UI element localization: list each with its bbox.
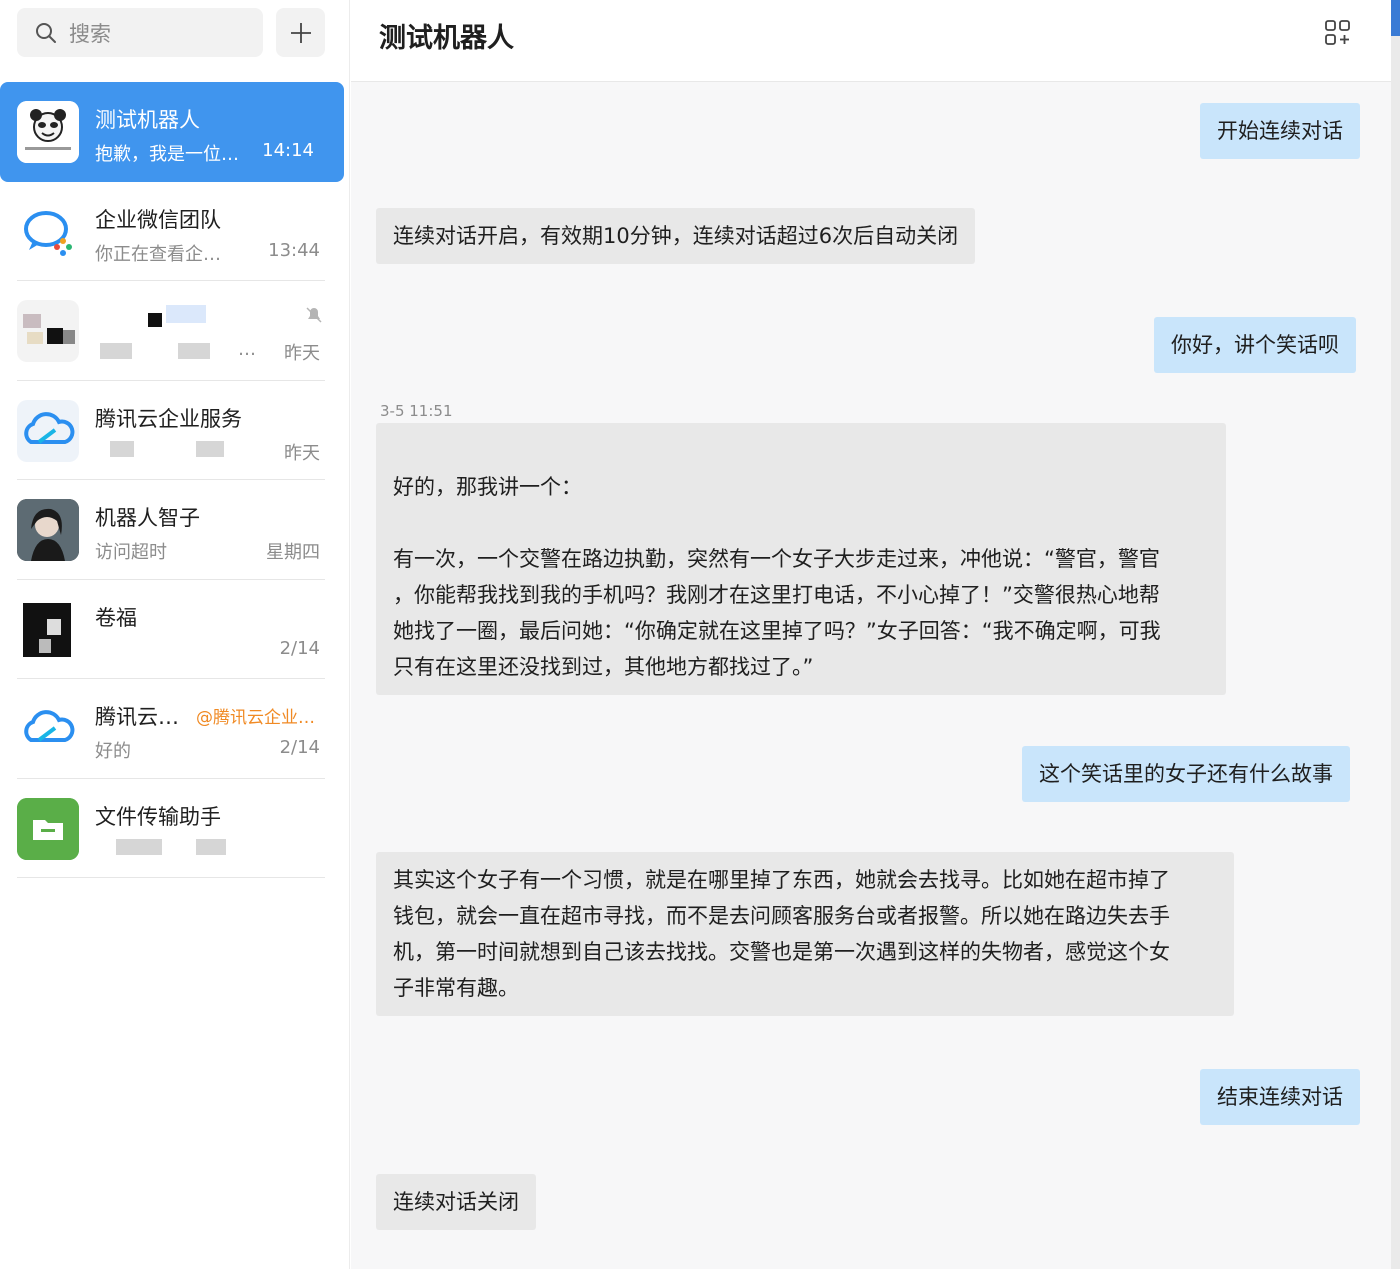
blurred-avatar [17, 300, 79, 362]
mention-badge: @腾讯云企业… [196, 708, 315, 728]
window-edge [1391, 0, 1400, 1269]
mute-bell-icon [306, 307, 322, 323]
message-bubble-user[interactable]: 开始连续对话 [1200, 103, 1360, 159]
chat-item-blurred[interactable]: … 昨天 [0, 281, 350, 381]
chat-item-test-robot[interactable]: 测试机器人 抱歉，我是一位… 14:14 [0, 82, 344, 182]
message-timestamp: 3-5 11:51 [380, 402, 453, 420]
chat-header: 测试机器人 [351, 0, 1391, 82]
message-line: 有一次，一个交警在路边执勤，突然有一个女子大步走过来，冲他说：“警官，警官 [393, 547, 1160, 571]
message-bubble-user[interactable]: 结束连续对话 [1200, 1069, 1360, 1125]
chat-item-file-transfer[interactable]: 文件传输助手 [0, 779, 350, 878]
chat-name: 腾讯云企业服务 [95, 406, 242, 431]
tencent-cloud-avatar [17, 698, 79, 760]
message-line: 钱包，就会一直在超市寻找，而不是去问顾客服务台或者报警。所以她在路边失去手 [393, 904, 1170, 928]
search-input[interactable]: 搜索 [17, 8, 263, 57]
message-bubble-user[interactable]: 你好，讲个笑话呗 [1154, 317, 1356, 373]
panda-meme-avatar [17, 101, 79, 163]
message-line: 只有在这里还没找到过，其他地方都找过了。” [393, 655, 814, 679]
message-bubble-bot[interactable]: 连续对话开启，有效期10分钟，连续对话超过6次后自动关闭 [376, 208, 976, 264]
search-icon [36, 22, 56, 43]
plus-icon [290, 22, 311, 43]
chat-time: 2/14 [279, 737, 320, 758]
chat-item-juanfu[interactable]: 卷福 2/14 [0, 580, 350, 679]
chat-time: 13:44 [268, 239, 320, 261]
chat-name: 卷福 [95, 605, 137, 630]
message-line: ，你能帮我找到我的手机吗？我刚才在这里打电话，不小心掉了！”交警很热心地帮 [393, 583, 1160, 607]
message-bubble-bot[interactable]: 好的，那我讲一个： 有一次，一个交警在路边执勤，突然有一个女子大步走过来，冲他说… [376, 423, 1226, 695]
chat-item-tencent-cloud-group[interactable]: 腾讯云… @腾讯云企业… 好的 2/14 [0, 679, 350, 779]
apps-grid-icon[interactable] [1323, 18, 1353, 48]
chat-preview: 访问超时 [95, 542, 167, 563]
message-line: 子非常有趣。 [393, 976, 519, 1000]
chat-time: 14:14 [262, 140, 314, 161]
add-button[interactable] [276, 8, 325, 57]
message-bubble-user[interactable]: 这个笑话里的女子还有什么故事 [1022, 746, 1350, 802]
chat-preview: 好的 [95, 741, 131, 762]
message-line: 好的，那我讲一个： [393, 475, 582, 499]
message-bubble-bot[interactable]: 连续对话关闭 [376, 1174, 536, 1230]
chat-time: 2/14 [279, 637, 320, 659]
chat-item-wecom-team[interactable]: 企业微信团队 你正在查看企… 13:44 [0, 182, 350, 281]
chat-item-robot-zhizi[interactable]: 机器人智子 访问超时 星期四 [0, 480, 350, 580]
portrait-avatar [17, 499, 79, 561]
message-line: 她找了一圈，最后问她：“你确定就在这里掉了吗？”女子回答：“我不确定啊，可我 [393, 619, 1161, 643]
chat-name: 腾讯云… [95, 705, 179, 729]
chat-name: 企业微信团队 [95, 207, 221, 232]
chat-time: 星期四 [266, 542, 320, 563]
chat-time: 昨天 [284, 442, 320, 464]
sidebar: 搜索 测试机器人 抱歉，我是一位… 14:14 企业微信团队 你正在查看企… 1… [0, 0, 350, 1269]
blurred-avatar [17, 598, 79, 661]
message-bubble-bot[interactable]: 其实这个女子有一个习惯，就是在哪里掉了东西，她就会去找寻。比如她在超市掉了 钱包… [376, 852, 1234, 1016]
folder-avatar [17, 797, 79, 860]
chat-name: 测试机器人 [95, 108, 200, 132]
chat-list: 测试机器人 抱歉，我是一位… 14:14 企业微信团队 你正在查看企… 13:4… [0, 82, 350, 878]
tencent-cloud-avatar [17, 399, 79, 462]
chat-preview: 抱歉，我是一位… [95, 144, 239, 165]
chat-name: 机器人智子 [95, 506, 200, 530]
chat-pane: 测试机器人 开始连续对话 连续对话开启，有效期10分钟，连续对话超过6次后自动关… [351, 0, 1400, 1269]
chat-title: 测试机器人 [379, 23, 514, 54]
chat-time: 昨天 [284, 343, 320, 364]
search-placeholder: 搜索 [69, 21, 111, 46]
chat-preview: 你正在查看企… [95, 243, 221, 265]
chat-name: 文件传输助手 [95, 804, 221, 829]
wecom-logo-avatar [17, 200, 79, 263]
message-line: 其实这个女子有一个习惯，就是在哪里掉了东西，她就会去找寻。比如她在超市掉了 [393, 868, 1170, 892]
message-line: 机，第一时间就想到自己该去找找。交警也是第一次遇到这样的失物者，感觉这个女 [393, 940, 1170, 964]
wecom-window: 搜索 测试机器人 抱歉，我是一位… 14:14 企业微信团队 你正在查看企… 1… [0, 0, 1400, 1269]
chat-item-tencent-cloud-service[interactable]: 腾讯云企业服务 昨天 [0, 381, 350, 480]
chat-preview: … [238, 339, 256, 360]
